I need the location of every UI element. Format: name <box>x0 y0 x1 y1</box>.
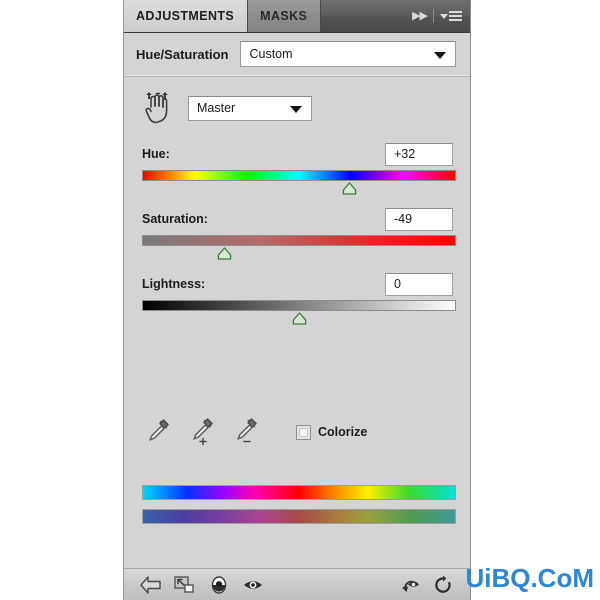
tab-adjustments[interactable]: ADJUSTMENTS <box>124 0 249 32</box>
hue-spectrum-bars <box>142 485 456 524</box>
saturation-slider-group: Saturation: -49 <box>142 206 456 265</box>
clip-to-layer-button[interactable] <box>168 572 202 598</box>
panel-tab-bar: ADJUSTMENTS MASKS ▶▶ <box>124 0 470 33</box>
tab-masks[interactable]: MASKS <box>248 0 322 32</box>
tab-adjustments-label: ADJUSTMENTS <box>136 9 235 23</box>
lightness-slider-thumb[interactable] <box>292 312 307 325</box>
hue-value-field[interactable]: +32 <box>385 142 453 166</box>
preset-dropdown-value: Custom <box>249 47 293 61</box>
eyedropper-minus-icon[interactable] <box>230 417 260 447</box>
preset-dropdown[interactable]: Custom <box>240 41 456 67</box>
tab-divider <box>433 9 434 23</box>
lightness-label: Lightness: <box>142 277 206 291</box>
preview-button[interactable] <box>236 572 270 598</box>
saturation-track[interactable] <box>142 235 456 246</box>
scrubby-hand-icon[interactable] <box>142 91 174 125</box>
saturation-slider-head: Saturation: -49 <box>142 206 456 232</box>
colorize-label: Colorize <box>318 425 368 439</box>
saturation-label: Saturation: <box>142 212 208 226</box>
page-title: Hue/Saturation <box>136 46 229 62</box>
saturation-slider-thumb[interactable] <box>217 247 232 260</box>
eyedropper-row: Colorize <box>142 417 456 447</box>
spectrum-bar-original <box>142 485 456 500</box>
tab-masks-label: MASKS <box>260 9 308 23</box>
target-adjustment-row: Master <box>142 77 456 125</box>
lightness-value-field[interactable]: 0 <box>385 272 453 296</box>
hue-slider-head: Hue: +32 <box>142 141 456 167</box>
tab-bar-spacer <box>321 0 408 32</box>
chevron-down-icon <box>434 52 446 59</box>
eyedropper-plus-icon[interactable] <box>186 417 216 447</box>
lightness-slider-group: Lightness: 0 <box>142 271 456 330</box>
menu-lines-icon <box>449 11 462 21</box>
lightness-track[interactable] <box>142 300 456 311</box>
menu-caret-icon <box>440 13 448 19</box>
channel-dropdown-value: Master <box>197 101 236 115</box>
return-to-adjustment-list-button[interactable] <box>134 572 168 598</box>
hue-track[interactable] <box>142 170 456 181</box>
panel-body: Master Hue: +32 Saturation: -49 Lightnes… <box>124 77 470 568</box>
preset-row: Hue/Saturation Custom <box>124 33 470 77</box>
lightness-track-wrap[interactable] <box>142 300 456 330</box>
panel-menu-icon[interactable] <box>440 11 462 21</box>
saturation-track-wrap[interactable] <box>142 235 456 265</box>
chevron-down-icon <box>290 106 302 113</box>
spectrum-bar-adjusted <box>142 509 456 524</box>
panel-footer-toolbar <box>124 568 470 600</box>
hue-label: Hue: <box>142 147 170 161</box>
channel-dropdown[interactable]: Master <box>188 95 312 121</box>
saturation-value-field[interactable]: -49 <box>385 207 453 231</box>
toggle-layer-visibility-button[interactable] <box>202 572 236 598</box>
lightness-slider-head: Lightness: 0 <box>142 271 456 297</box>
colorize-control[interactable]: Colorize <box>296 424 368 440</box>
colorize-checkbox[interactable] <box>296 424 311 440</box>
reset-preview-button[interactable] <box>392 572 426 598</box>
panel-tab-controls: ▶▶ <box>408 0 470 32</box>
expand-collapse-icon[interactable]: ▶▶ <box>412 10 428 22</box>
hue-slider-thumb[interactable] <box>342 182 357 195</box>
reset-adjustment-button[interactable] <box>426 572 460 598</box>
watermark: UiBQ.CoM <box>465 563 594 593</box>
hue-slider-group: Hue: +32 <box>142 141 456 200</box>
adjustments-panel: ADJUSTMENTS MASKS ▶▶ Hue/Saturation Cust… <box>123 0 471 600</box>
eyedropper-icon[interactable] <box>142 417 172 447</box>
hue-track-wrap[interactable] <box>142 170 456 200</box>
